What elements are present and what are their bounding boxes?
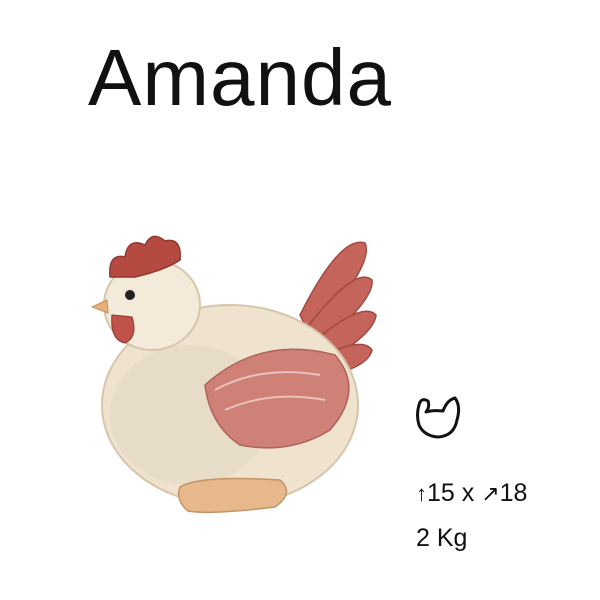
hen-figurine-illustration	[90, 235, 377, 514]
hen-outline-icon	[416, 396, 461, 439]
dimensions: ↑15 x ↗18	[416, 481, 527, 506]
depth-value: 18	[499, 479, 528, 507]
height-value: 15	[427, 479, 455, 507]
weight: 2 Kg	[416, 524, 468, 552]
product-name: Amanda	[88, 33, 392, 122]
up-arrow-icon: ↑	[416, 481, 427, 506]
diagonal-arrow-icon: ↗	[481, 481, 500, 506]
dimension-separator: x	[461, 479, 475, 507]
